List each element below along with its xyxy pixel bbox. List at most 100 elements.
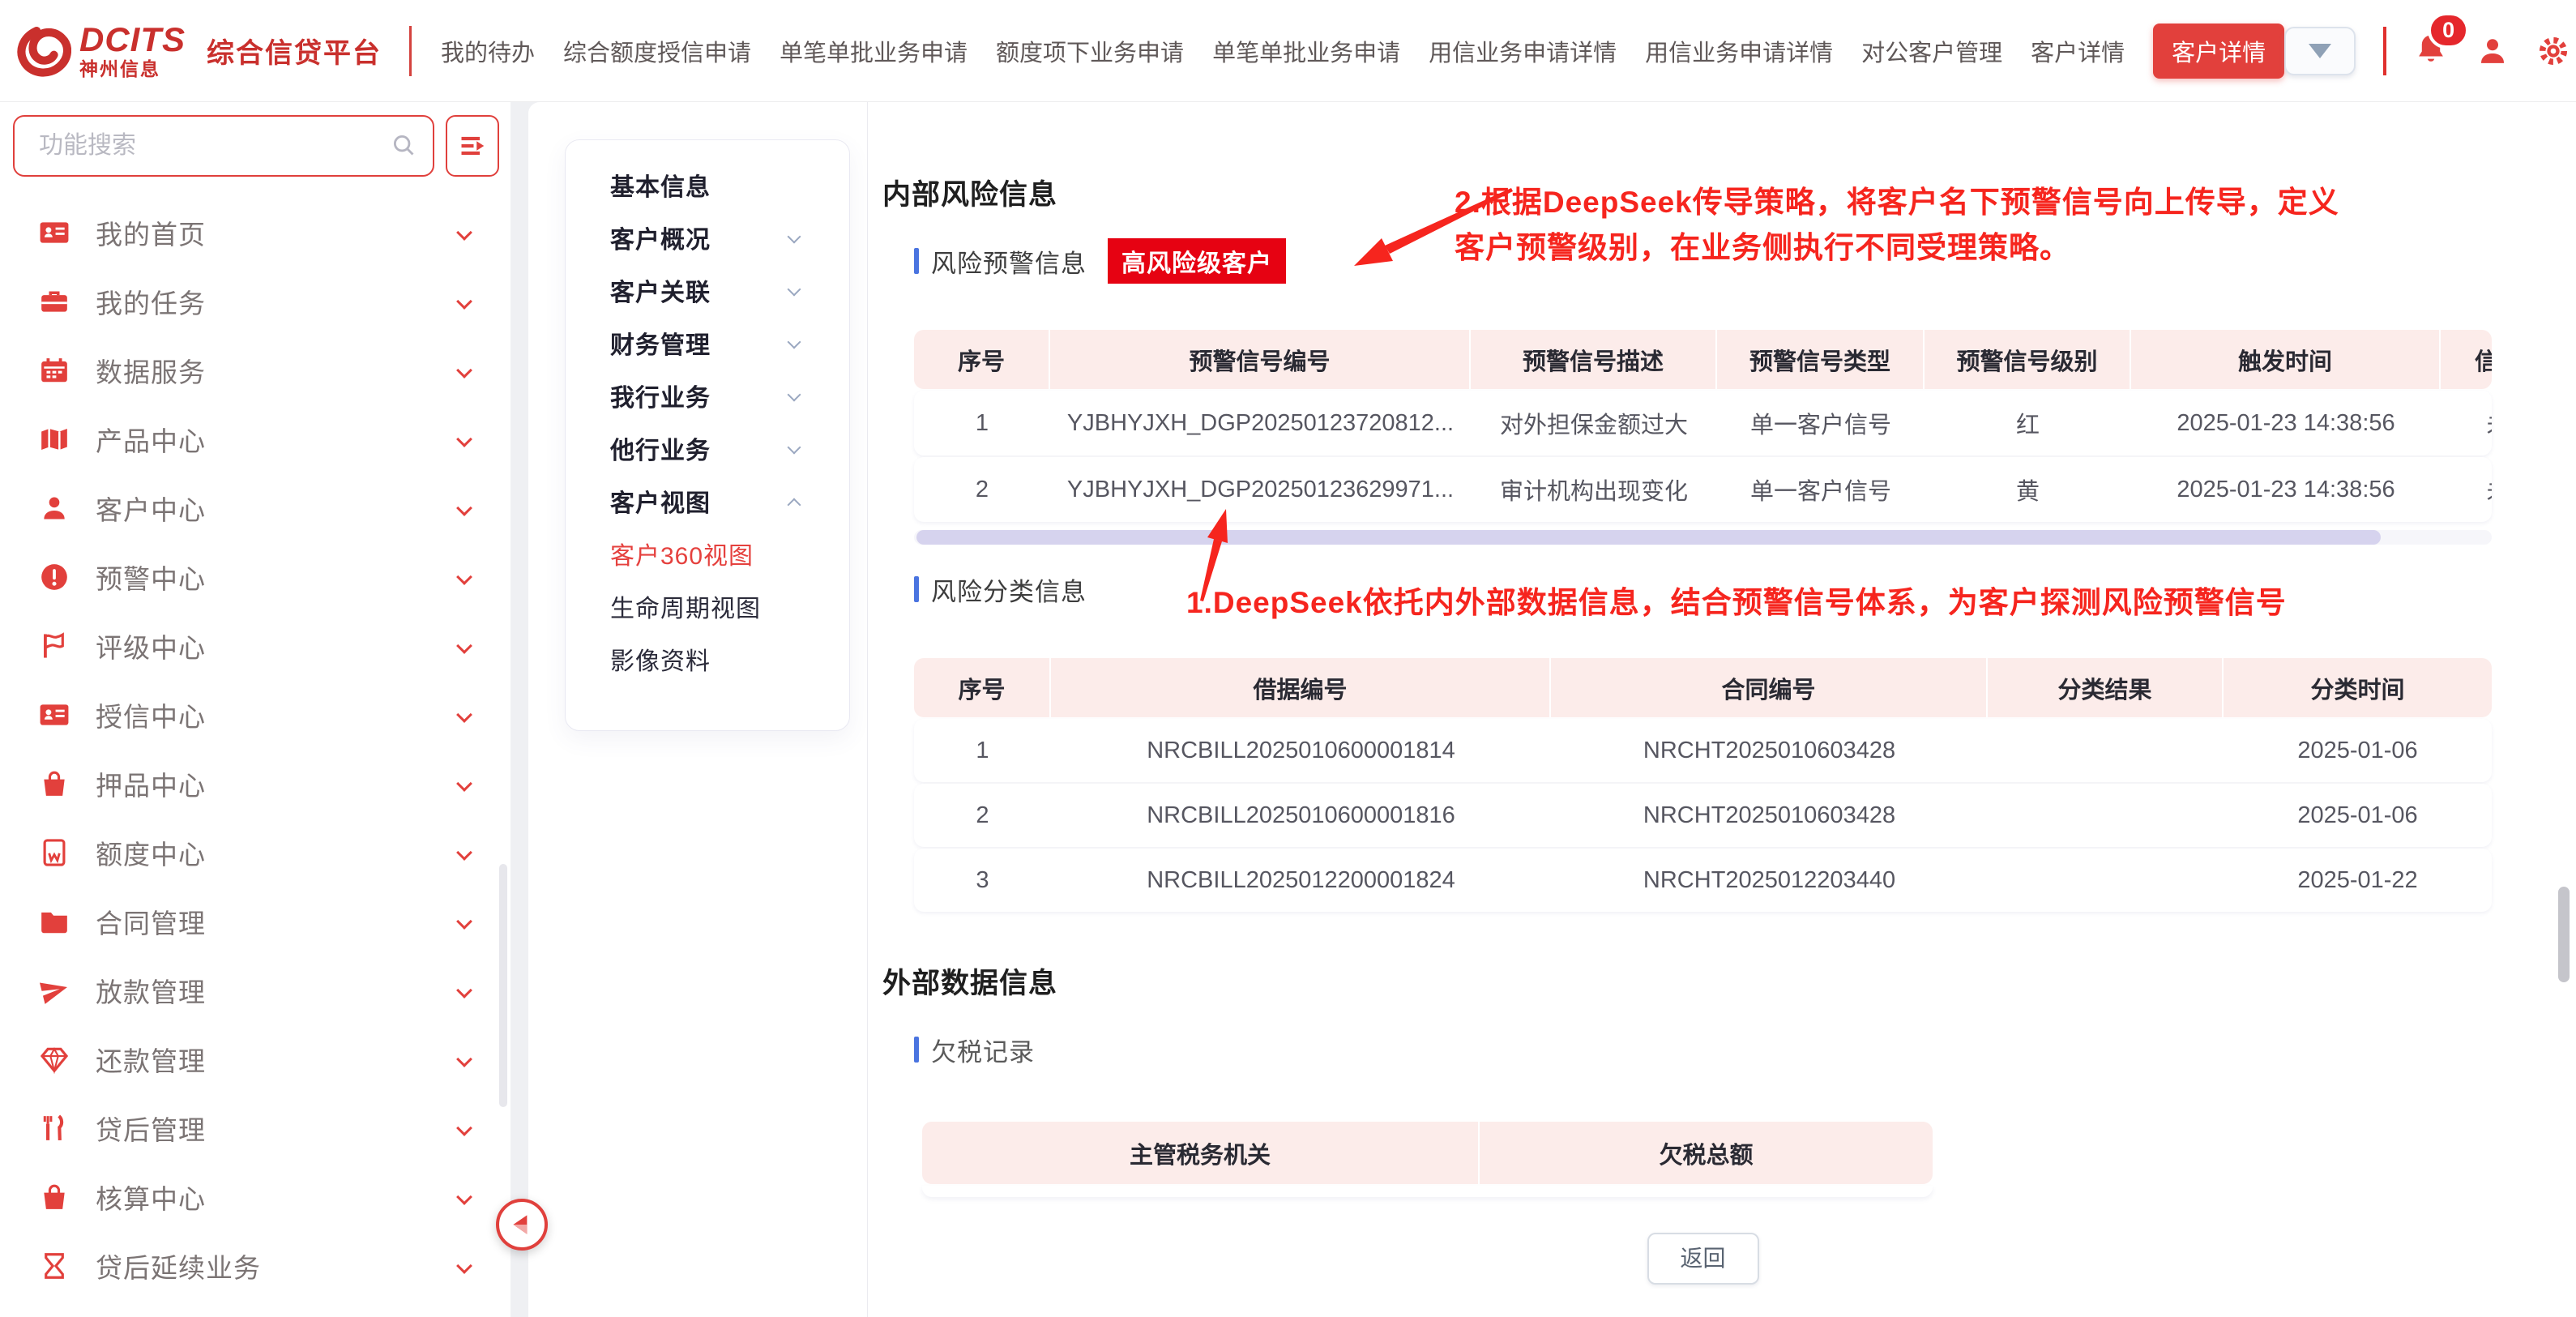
chevron-down-icon	[456, 1189, 472, 1205]
chevron-down-icon	[788, 283, 801, 297]
tab-under-limit[interactable]: 额度项下业务申请	[996, 34, 1184, 68]
sidebar-collapse-button[interactable]	[496, 1199, 548, 1251]
function-search-box[interactable]	[13, 115, 434, 177]
idcard-icon	[37, 699, 71, 730]
table-row: 1 YJBHYJXH_DGP20250123720812... 对外担保金额过大…	[914, 391, 2492, 455]
chevron-down-icon	[456, 1120, 472, 1136]
chevron-down-icon	[456, 845, 472, 861]
tax-table: 主管税务机关 欠税总额	[922, 1122, 1933, 1197]
table-row: 2 NRCBILL2025010600001816 NRCHT202501060…	[914, 784, 2492, 847]
product-name: 综合信贷平台	[207, 31, 382, 71]
chevron-down-icon	[2309, 44, 2331, 58]
sidebar-item-disbursement-mgmt[interactable]: 放款管理	[0, 956, 511, 1024]
submenu-customer-360-view[interactable]: 客户360视图	[566, 527, 849, 579]
sidebar-item-product-center[interactable]: 产品中心	[0, 404, 511, 473]
tab-credit-apply[interactable]: 综合额度授信申请	[563, 34, 751, 68]
sidebar-item-warning-center[interactable]: 预警中心	[0, 542, 511, 611]
flag-icon	[37, 631, 71, 661]
chevron-down-icon	[456, 776, 472, 792]
sidebar-item-contract-mgmt[interactable]: 合同管理	[0, 887, 511, 956]
customer-submenu-card: 基本信息 客户概况 客户关联 财务管理 我行业务 他行业务 客户	[565, 139, 850, 731]
folder-icon	[37, 906, 71, 937]
submenu-customer-views[interactable]: 客户视图	[566, 474, 849, 527]
page-vertical-scrollbar[interactable]	[2558, 887, 2570, 982]
logo-divider	[409, 26, 412, 76]
tab-loan-detail-1[interactable]: 用信业务申请详情	[1429, 34, 1617, 68]
table-row: 3 NRCBILL2025012200001824 NRCHT202501220…	[914, 849, 2492, 912]
submenu-lifecycle-view[interactable]: 生命周期视图	[566, 579, 849, 632]
sidebar-item-data-services[interactable]: 数据服务	[0, 336, 511, 404]
chevron-down-icon	[456, 500, 472, 516]
search-icon	[391, 132, 418, 160]
sidebar-item-my-home[interactable]: 我的首页	[0, 198, 511, 267]
tab-overflow-dropdown[interactable]	[2284, 27, 2356, 75]
calendar-icon	[37, 355, 71, 386]
table-header: 序号 预警信号编号 预警信号描述 预警信号类型 预警信号级别 触发时间 信号状态	[914, 330, 2492, 389]
top-nav: 我的待办 综合额度授信申请 单笔单批业务申请 额度项下业务申请 单笔单批业务申请…	[441, 24, 2284, 79]
submenu-image-materials[interactable]: 影像资料	[566, 632, 849, 685]
chevron-down-icon	[788, 388, 801, 402]
notifications-button[interactable]: 0	[2414, 32, 2448, 70]
submenu-basic-info[interactable]: 基本信息	[566, 158, 849, 211]
sidebar-item-credit-center[interactable]: 授信中心	[0, 680, 511, 749]
tab-my-todo[interactable]: 我的待办	[441, 34, 535, 68]
submenu-our-bank-business[interactable]: 我行业务	[566, 369, 849, 421]
bag-icon	[37, 768, 71, 799]
tab-customer-detail[interactable]: 客户详情	[2031, 34, 2125, 68]
section-bar	[914, 1037, 919, 1063]
back-button[interactable]: 返回	[1647, 1233, 1759, 1285]
sidebar-item-repayment-mgmt[interactable]: 还款管理	[0, 1024, 511, 1093]
sidebar-item-accounting-center[interactable]: 核算中心	[0, 1162, 511, 1231]
tab-single-batch-1[interactable]: 单笔单批业务申请	[780, 34, 968, 68]
submenu-financial-mgmt[interactable]: 财务管理	[566, 316, 849, 369]
horizontal-scrollbar-thumb[interactable]	[916, 530, 2381, 545]
tab-customer-detail-active[interactable]: 客户详情	[2153, 24, 2284, 79]
user-profile-button[interactable]	[2476, 34, 2510, 68]
brand-name-cn: 神州信息	[79, 60, 186, 79]
sidebar-scrollbar[interactable]	[499, 864, 507, 1107]
header-divider	[2383, 27, 2386, 75]
chevron-down-icon	[788, 230, 801, 244]
sidebar-item-post-loan-mgmt[interactable]: 贷后管理	[0, 1093, 511, 1162]
alert-icon	[37, 562, 71, 592]
tab-single-batch-2[interactable]: 单笔单批业务申请	[1212, 34, 1400, 68]
chevron-down-icon	[456, 569, 472, 585]
arrow-left-icon	[508, 1211, 536, 1238]
top-header: DCITS 神州信息 综合信贷平台 我的待办 综合额度授信申请 单笔单批业务申请…	[0, 0, 2576, 102]
customer-submenu-panel: 基本信息 客户概况 客户关联 财务管理 我行业务 他行业务 客户	[528, 102, 868, 1317]
table-header: 主管税务机关 欠税总额	[922, 1122, 1933, 1184]
tax-subtitle: 欠税记录	[931, 1032, 1035, 1068]
brand-name-en: DCITS	[79, 23, 186, 57]
settings-gear-button[interactable]	[2537, 35, 2570, 67]
search-input[interactable]	[39, 132, 391, 160]
chevron-down-icon	[456, 707, 472, 723]
user-icon	[37, 493, 71, 524]
submenu-other-bank-business[interactable]: 他行业务	[566, 421, 849, 474]
sidebar-item-my-tasks[interactable]: 我的任务	[0, 267, 511, 336]
chevron-down-icon	[456, 1258, 472, 1274]
left-sidebar: 我的首页 我的任务 数据服务 产品中心 客户中心 预警中心	[0, 102, 511, 1317]
dcits-logo-icon	[13, 22, 71, 80]
map-icon	[37, 424, 71, 455]
chevron-down-icon	[456, 1051, 472, 1067]
plane-icon	[37, 975, 71, 1006]
sidebar-item-collateral-center[interactable]: 押品中心	[0, 749, 511, 818]
menu-collapse-button[interactable]	[446, 115, 499, 177]
risk-warning-table: 序号 预警信号编号 预警信号描述 预警信号类型 预警信号级别 触发时间 信号状态…	[914, 330, 2492, 522]
tab-corp-customer-mgmt[interactable]: 对公客户管理	[1861, 34, 2002, 68]
table-row: 2 YJBHYJXH_DGP20250123629971... 审计机构出现变化…	[914, 457, 2492, 522]
submenu-customer-overview[interactable]: 客户概况	[566, 211, 849, 263]
section-bar	[914, 576, 919, 602]
chevron-down-icon	[456, 362, 472, 378]
sidebar-item-limit-center[interactable]: 额度中心	[0, 818, 511, 887]
bag-icon	[37, 1182, 71, 1212]
tab-loan-detail-2[interactable]: 用信业务申请详情	[1645, 34, 1833, 68]
sidebar-item-rating-center[interactable]: 评级中心	[0, 611, 511, 680]
sidebar-item-loan-continuation[interactable]: 贷后延续业务	[0, 1231, 511, 1300]
briefcase-icon	[37, 286, 71, 317]
sidebar-item-customer-center[interactable]: 客户中心	[0, 473, 511, 542]
chevron-down-icon	[456, 224, 472, 241]
diamond-icon	[37, 1044, 71, 1075]
submenu-customer-relations[interactable]: 客户关联	[566, 263, 849, 316]
sidebar-menu: 我的首页 我的任务 数据服务 产品中心 客户中心 预警中心	[0, 198, 511, 1300]
